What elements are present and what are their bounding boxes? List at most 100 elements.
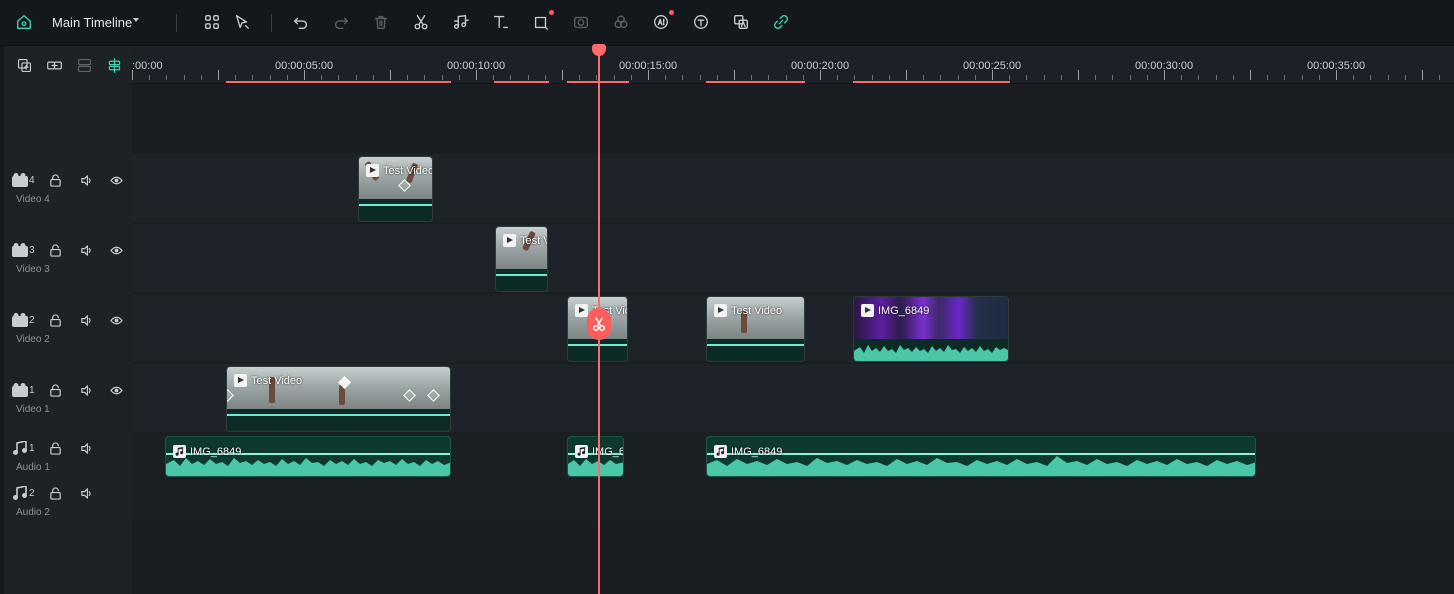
ruler-tick [700,75,701,80]
speaker-icon[interactable] [79,486,93,500]
video-clip[interactable]: Test Video [706,296,805,362]
eye-icon[interactable] [109,243,123,257]
eye-icon[interactable] [109,313,123,327]
speech-to-text-icon[interactable] [690,11,712,33]
ruler-tick [1250,70,1251,80]
render-bar [853,81,1010,83]
music-note-icon [575,445,588,458]
video-clip[interactable]: Test Video [358,156,433,222]
select-pointer-icon[interactable] [231,11,253,33]
video-track-icon: 3 [12,242,40,258]
speaker-icon[interactable] [79,441,93,455]
link-clip-icon[interactable] [44,55,64,75]
video-track-icon: 2 [12,312,40,328]
video-clip[interactable]: Test Video [226,366,451,432]
lane-video-4 [132,154,1454,222]
speaker-icon[interactable] [79,313,93,327]
track-label: Audio 2 [16,507,50,518]
ruler-tick [751,75,752,80]
magnet-snap-icon[interactable] [104,55,124,75]
add-track-icon[interactable] [14,55,34,75]
timeline-name[interactable]: Main Timeline [52,15,132,30]
redo-icon[interactable] [330,11,352,33]
ruler-tick [287,75,288,80]
eye-icon[interactable] [109,173,123,187]
volume-line[interactable] [359,204,432,206]
crop-icon[interactable] [530,10,554,33]
render-bar [706,81,805,83]
ruler-tick [1422,70,1423,80]
ruler-tick [1439,75,1440,80]
video-clip[interactable]: Test Video [495,226,548,292]
track-label: Audio 1 [16,462,50,473]
lock-icon[interactable] [48,173,62,187]
translate-icon[interactable] [730,11,752,33]
ruler-tick [545,75,546,80]
video-track-icon: 1 [12,382,40,398]
speaker-icon[interactable] [79,243,93,257]
audio-clip[interactable]: IMG_6849 [567,436,624,477]
lock-icon[interactable] [48,441,62,455]
split-scissors-icon[interactable] [587,308,611,340]
home-icon[interactable] [13,11,35,33]
ruler-label: 00:00:15:00 [619,60,678,72]
chevron-down-icon[interactable] [133,18,139,22]
audio-tools-icon[interactable] [450,11,472,33]
volume-line[interactable] [707,453,1255,455]
clip-title: IMG_6849 [861,304,929,317]
render-bar [226,81,451,83]
music-track-icon: 2 [12,485,40,501]
music-note-icon [173,445,186,458]
notification-dot [549,10,554,15]
speaker-icon[interactable] [79,383,93,397]
mask-icon[interactable] [570,11,592,33]
lock-icon[interactable] [48,486,62,500]
ruler-tick [1147,75,1148,80]
color-icon[interactable] [610,11,632,33]
ruler-tick [682,75,683,80]
ruler-tick [923,75,924,80]
lock-icon[interactable] [48,243,62,257]
ai-audio-icon[interactable] [650,10,674,33]
link-icon[interactable] [770,11,792,33]
ruler-tick [975,75,976,80]
audio-waveform [854,345,1008,361]
layout-grid-icon[interactable] [201,11,223,33]
ruler-tick [149,75,150,80]
ruler-tick [1078,70,1079,80]
ruler-tick [717,75,718,80]
audio-clip[interactable]: IMG_6849 [706,436,1256,477]
ruler-tick [1284,75,1285,80]
volume-line[interactable] [227,414,450,416]
ruler-tick [218,70,219,80]
undo-icon[interactable] [290,11,312,33]
text-icon[interactable] [490,11,512,33]
ruler-tick [889,75,890,80]
video-clip[interactable]: IMG_6849 [853,296,1009,362]
ruler-tick [390,70,391,80]
lock-icon[interactable] [48,383,62,397]
ruler-tick [854,75,855,80]
eye-icon[interactable] [109,383,123,397]
ruler-tick [768,75,769,80]
speaker-icon[interactable] [79,173,93,187]
ruler-tick [786,75,787,80]
time-ruler[interactable]: :00:00 00:00:05:00 00:00:10:00 00:00:15:… [132,46,1454,84]
ruler-tick [201,75,202,80]
volume-line[interactable] [707,344,804,346]
play-icon [366,164,379,177]
ruler-tick [235,75,236,80]
ruler-tick [596,75,597,80]
track-layout-icon[interactable] [74,55,94,75]
music-track-icon: 1 [12,440,40,456]
ruler-tick [1130,75,1131,80]
delete-icon[interactable] [370,11,392,33]
ruler-tick [493,75,494,80]
scissors-icon[interactable] [410,11,432,33]
lock-icon[interactable] [48,313,62,327]
ruler-label: 00:00:10:00 [447,60,506,72]
ruler-tick [1216,75,1217,80]
audio-clip[interactable]: IMG_6849 [165,436,451,477]
ruler-tick [940,75,941,80]
volume-line[interactable] [496,274,547,276]
